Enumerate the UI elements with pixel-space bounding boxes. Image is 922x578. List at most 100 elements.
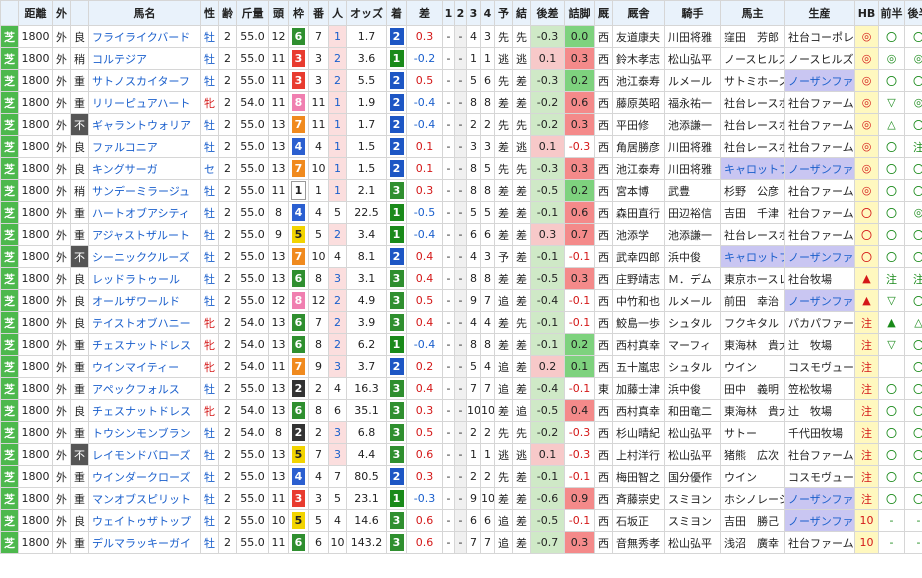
- column-header[interactable]: 馬主: [720, 0, 785, 26]
- column-header[interactable]: 騎手: [664, 0, 721, 26]
- table-row[interactable]: 芝 1800 外重ウインダークローズ牡 2 55.0 13 4 4 7 80.5 2 0.3- -2 2 先…: [0, 465, 922, 488]
- cell-name[interactable]: ハートオブアシティ: [88, 201, 201, 224]
- cell-kin: 55.0: [236, 487, 269, 510]
- column-header[interactable]: 結: [512, 0, 531, 26]
- column-header[interactable]: 予: [494, 0, 513, 26]
- cell-name[interactable]: オールザワールド: [88, 289, 201, 312]
- column-header[interactable]: [70, 0, 89, 26]
- cell-name[interactable]: ウェイトゥザトップ: [88, 509, 201, 532]
- column-header[interactable]: 3: [466, 0, 481, 26]
- cell-p4: 8: [480, 267, 495, 290]
- column-header[interactable]: 生産: [784, 0, 855, 26]
- table-row[interactable]: 芝 1800 外重リリーピュアハート牝 2 54.0 11 8 11 1 1.9 2 -0.4- -8 8…: [0, 91, 922, 114]
- table-row[interactable]: 芝 1800 外重デルマラッキーガイ牡 2 55.0 11 6 6 10 143.2 3 0.6- -7…: [0, 531, 922, 554]
- cell-p1-text: -: [446, 316, 451, 329]
- column-header[interactable]: 4: [480, 0, 495, 26]
- cell-n-text: 11: [271, 492, 286, 505]
- cell-p4-text: 8: [484, 96, 491, 109]
- cell-tsu-text: -0.1: [568, 514, 591, 527]
- cell-name[interactable]: サンデーミラージュ: [88, 179, 201, 202]
- column-header[interactable]: 1: [442, 0, 455, 26]
- column-header[interactable]: 馬名: [88, 0, 201, 26]
- column-header[interactable]: 厩: [594, 0, 613, 26]
- column-header[interactable]: 後差: [530, 0, 565, 26]
- table-row[interactable]: 芝 1800 外良チェスナットドレス牝 2 54.0 13 6 8 6 35.1 3 0.3- -10 1…: [0, 399, 922, 422]
- column-header[interactable]: 2: [454, 0, 467, 26]
- cell-name[interactable]: コルテジア: [88, 47, 201, 70]
- cell-name[interactable]: レッドラトゥール: [88, 267, 201, 290]
- cell-ato-text: -0.3: [536, 74, 559, 87]
- cell-name[interactable]: リリーピュアハート: [88, 91, 201, 114]
- column-header[interactable]: 人: [328, 0, 347, 26]
- cell-kin-text: 55.0: [240, 52, 265, 65]
- table-row[interactable]: 芝 1800 外重チェスナットドレス牝 2 54.0 13 6 8 2 6.2 1 -0.4- -8 8 差…: [0, 333, 922, 356]
- column-header[interactable]: 着: [386, 0, 407, 26]
- column-header[interactable]: 前半: [878, 0, 905, 26]
- table-row[interactable]: 芝 1800 外重アペックフォルス牡 2 55.0 13 2 2 4 16.3 3 0.4- -7 7 追差…: [0, 377, 922, 400]
- column-header[interactable]: 斤量: [236, 0, 269, 26]
- column-header[interactable]: 性: [200, 0, 219, 26]
- table-row[interactable]: 芝 1800 外良レッドラトゥール牡 2 55.0 13 6 8 3 3.1 3 0.4- -8 8 差差 -…: [0, 267, 922, 290]
- column-header[interactable]: 枠: [288, 0, 309, 26]
- column-header[interactable]: 番: [308, 0, 329, 26]
- cell-name[interactable]: チェスナットドレス: [88, 399, 201, 422]
- table-row[interactable]: 芝 1800 外稍サンデーミラージュ牡 2 55.0 11 1 1 1 2.1 3 0.3- -8 8 差差…: [0, 179, 922, 202]
- cell-name[interactable]: サトノスカイターフ: [88, 69, 201, 92]
- cell-diff: 0.6: [406, 509, 443, 532]
- table-row[interactable]: 芝 1800 外重トウシンモンブラン牡 2 54.0 8 2 2 3 6.8 3 0.5- -2 2 先先 -…: [0, 421, 922, 444]
- cell-y-text: 追: [498, 536, 509, 550]
- column-header[interactable]: 外: [52, 0, 71, 26]
- table-row[interactable]: 芝 1800 外良テイストオブハニー牝 2 54.0 13 6 7 2 3.9 3 0.4- -4 4 差先…: [0, 311, 922, 334]
- cell-name[interactable]: シーニッククルーズ: [88, 245, 201, 268]
- cell-p3: 7: [466, 531, 481, 554]
- cell-breeder-text: 社台ファーム: [788, 118, 854, 132]
- cell-name[interactable]: チェスナットドレス: [88, 333, 201, 356]
- table-row[interactable]: 芝 1800 外稍コルテジア牡 2 55.0 11 3 3 2 3.6 1 -0.2- -1 1 逃逃 0.1…: [0, 47, 922, 70]
- cell-name[interactable]: デルマラッキーガイ: [88, 531, 201, 554]
- cell-d-text: 1800: [21, 162, 50, 175]
- column-header[interactable]: 頭: [268, 0, 289, 26]
- column-header[interactable]: 詰脚: [564, 0, 595, 26]
- table-row[interactable]: 芝 1800 外重マンオブスピリット牡 2 55.0 11 3 3 5 23.1 1 -0.3- -9 1…: [0, 487, 922, 510]
- cell-name[interactable]: ウインダークローズ: [88, 465, 201, 488]
- column-header[interactable]: 厩舎: [612, 0, 665, 26]
- cell-name[interactable]: フライライクバード: [88, 25, 201, 48]
- cell-name[interactable]: アジャストザルート: [88, 223, 201, 246]
- cell-name[interactable]: マンオブスピリット: [88, 487, 201, 510]
- cell-w: 8: [288, 91, 309, 114]
- column-header[interactable]: HB: [854, 0, 879, 26]
- table-row[interactable]: 芝 1800 外不シーニッククルーズ牡 2 55.0 13 7 10 4 8.1 2 0.4- -4 3 予…: [0, 245, 922, 268]
- table-row[interactable]: 芝 1800 外不ギャラントウォリア牡 2 55.0 13 7 11 1 1.7 2 -0.4- -2 2…: [0, 113, 922, 136]
- cell-s: 芝: [0, 157, 19, 180]
- column-header[interactable]: 後半: [904, 0, 922, 26]
- cell-p2: -: [454, 201, 467, 224]
- cell-p4: 7: [480, 377, 495, 400]
- cell-name[interactable]: ファルコニア: [88, 135, 201, 158]
- table-row[interactable]: 芝 1800 外重サトノスカイターフ牡 2 55.0 11 3 3 2 5.5 2 0.5- -5 6 先差…: [0, 69, 922, 92]
- column-header[interactable]: オッズ: [346, 0, 387, 26]
- column-header[interactable]: 差: [406, 0, 443, 26]
- cell-name[interactable]: アペックフォルス: [88, 377, 201, 400]
- table-row[interactable]: 芝 1800 外良フライライクバード牡 2 55.0 12 6 7 1 1.7 2 0.3- -4 3 先先…: [0, 25, 922, 48]
- cell-y: 差: [494, 333, 513, 356]
- cell-name-text: ギャラントウォリア: [92, 118, 191, 132]
- table-row[interactable]: 芝 1800 外不レイモンドバローズ牡 2 55.0 13 5 7 3 4.4 3 0.6- -1 1 逃逃…: [0, 443, 922, 466]
- column-header[interactable]: 距離: [18, 0, 53, 26]
- table-row[interactable]: 芝 1800 外重ウインマイティー牝 2 54.0 11 7 9 3 3.7 2 0.2- -5 4 追差 0…: [0, 355, 922, 378]
- cell-name[interactable]: ギャラントウォリア: [88, 113, 201, 136]
- cell-name[interactable]: レイモンドバローズ: [88, 443, 201, 466]
- cell-name[interactable]: テイストオブハニー: [88, 311, 201, 334]
- cell-b-text: 8: [315, 338, 322, 351]
- cell-name[interactable]: ウインマイティー: [88, 355, 201, 378]
- cell-hb-text: 注: [861, 470, 872, 484]
- table-row[interactable]: 芝 1800 外良ファルコニア牡 2 55.0 13 4 4 1 1.5 2 0.1- -3 3 差逃 0.1…: [0, 135, 922, 158]
- table-row[interactable]: 芝 1800 外良ウェイトゥザトップ牡 2 55.0 10 5 5 4 14.6 3 0.6- -6 6 追…: [0, 509, 922, 532]
- column-header[interactable]: 齢: [218, 0, 237, 26]
- cell-name[interactable]: トウシンモンブラン: [88, 421, 201, 444]
- table-row[interactable]: 芝 1800 外重ハートオブアシティ牡 2 55.0 8 4 4 5 22.5 1 -0.5- -5 5 差…: [0, 201, 922, 224]
- column-header[interactable]: [0, 0, 19, 26]
- table-row[interactable]: 芝 1800 外重アジャストザルート牡 2 55.0 9 5 5 2 3.4 1 -0.4- -6 6 差差…: [0, 223, 922, 246]
- table-row[interactable]: 芝 1800 外良キングサーガセ 2 55.0 13 7 10 1 1.5 2 0.1- -8 5 先先 -0…: [0, 157, 922, 180]
- table-row[interactable]: 芝 1800 外良オールザワールド牡 2 55.0 12 8 12 2 4.9 3 0.5- -9 7 追差…: [0, 289, 922, 312]
- cell-name[interactable]: キングサーガ: [88, 157, 201, 180]
